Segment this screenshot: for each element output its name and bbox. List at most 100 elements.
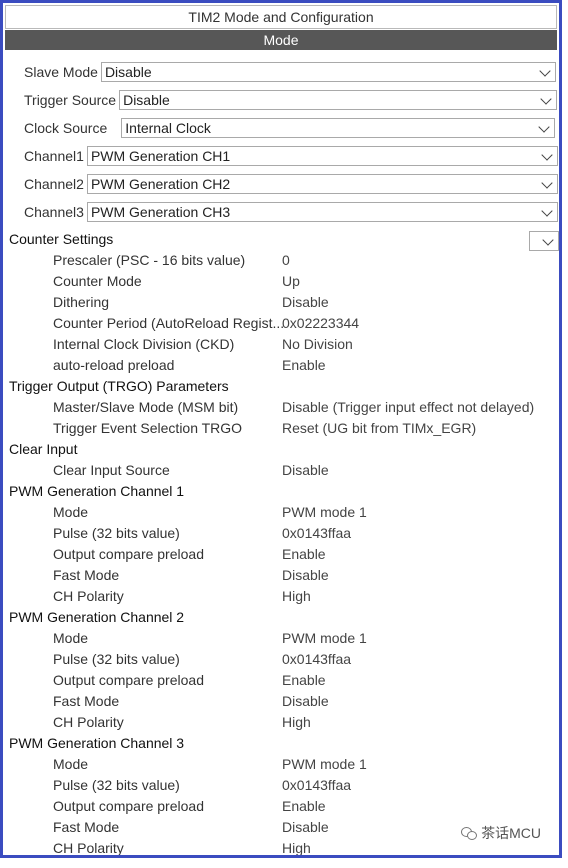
group-title: Clear Input	[9, 441, 78, 457]
param-value[interactable]: Reset (UG bit from TIMx_EGR)	[282, 418, 476, 439]
param-name: Dithering	[53, 294, 110, 310]
param-row[interactable]: CH Polarity High	[9, 712, 559, 733]
param-name: Fast Mode	[53, 819, 120, 835]
clock-source-select[interactable]: Internal Clock	[121, 118, 556, 138]
param-value[interactable]: Up	[282, 271, 300, 292]
param-value[interactable]: PWM mode 1	[282, 628, 367, 649]
param-name: Pulse (32 bits value)	[53, 777, 180, 793]
chevron-down-icon	[540, 93, 552, 105]
param-row[interactable]: Clear Input Source Disable	[9, 460, 559, 481]
param-name: Trigger Event Selection TRGO	[53, 420, 243, 436]
param-row[interactable]: Counter Mode Up	[9, 271, 559, 292]
param-name: Pulse (32 bits value)	[53, 651, 180, 667]
param-value[interactable]: Disable	[282, 691, 329, 712]
param-value[interactable]: Disable	[282, 565, 329, 586]
param-value[interactable]: Disable	[282, 292, 329, 313]
param-row[interactable]: Internal Clock Division (CKD) No Division	[9, 334, 559, 355]
slave-mode-value: Disable	[104, 64, 152, 80]
channel2-row: Channel2 PWM Generation CH2	[24, 173, 558, 195]
param-value[interactable]: 0x0143ffaa	[282, 649, 351, 670]
chevron-down-icon	[538, 121, 550, 133]
param-row[interactable]: Output compare preload Enable	[9, 796, 559, 817]
param-row[interactable]: Fast Mode Disable	[9, 565, 559, 586]
param-name: Mode	[53, 630, 89, 646]
group-title: PWM Generation Channel 3	[9, 735, 185, 751]
channel1-label: Channel1	[24, 148, 84, 164]
channel1-select[interactable]: PWM Generation CH1	[86, 146, 558, 166]
param-name: Pulse (32 bits value)	[53, 525, 180, 541]
group-pwm-channel-3[interactable]: PWM Generation Channel 3	[9, 733, 559, 754]
parameter-settings: Counter Settings Prescaler (PSC - 16 bit…	[9, 229, 559, 856]
param-row[interactable]: Prescaler (PSC - 16 bits value) 0	[9, 250, 559, 271]
group-counter-settings[interactable]: Counter Settings	[9, 229, 559, 251]
param-row[interactable]: auto-reload preload Enable	[9, 355, 559, 376]
param-row[interactable]: Mode PWM mode 1	[9, 754, 559, 775]
param-row[interactable]: Pulse (32 bits value) 0x0143ffaa	[9, 523, 559, 544]
param-row[interactable]: Counter Period (AutoReload Regist... 0x02…	[9, 313, 559, 334]
param-value[interactable]: Enable	[282, 670, 326, 691]
param-row[interactable]: Master/Slave Mode (MSM bit) Disable (Trig…	[9, 397, 559, 418]
slave-mode-row: Slave Mode Disable	[24, 61, 556, 83]
clock-source-value: Internal Clock	[125, 120, 211, 136]
channel2-select[interactable]: PWM Generation CH2	[86, 174, 558, 194]
config-panel: TIM2 Mode and Configuration Mode Slave M…	[0, 0, 562, 858]
param-name: Fast Mode	[53, 567, 120, 583]
param-value[interactable]: Disable (Trigger input effect not delaye…	[282, 397, 534, 418]
param-name: Output compare preload	[53, 672, 204, 688]
param-value[interactable]: Enable	[282, 796, 326, 817]
param-row[interactable]: CH Polarity High	[9, 586, 559, 607]
group-pwm-channel-2[interactable]: PWM Generation Channel 2	[9, 607, 559, 628]
channel3-select[interactable]: PWM Generation CH3	[86, 202, 558, 222]
param-value[interactable]: 0x0143ffaa	[282, 523, 351, 544]
param-name: Fast Mode	[53, 693, 120, 709]
param-name: Mode	[53, 756, 89, 772]
param-value[interactable]: PWM mode 1	[282, 754, 367, 775]
window-title: TIM2 Mode and Configuration	[5, 5, 557, 29]
param-name: Counter Period (AutoReload Regist...	[53, 315, 285, 331]
param-row[interactable]: Mode PWM mode 1	[9, 502, 559, 523]
group-dropdown[interactable]	[529, 231, 559, 251]
param-row[interactable]: Trigger Event Selection TRGO Reset (UG bi…	[9, 418, 559, 439]
param-value[interactable]: PWM mode 1	[282, 502, 367, 523]
chevron-down-icon	[541, 177, 553, 189]
param-value[interactable]: High	[282, 712, 311, 733]
param-value[interactable]: No Division	[282, 334, 353, 355]
param-name: CH Polarity	[53, 840, 124, 856]
chevron-down-icon	[542, 234, 554, 246]
param-value[interactable]: High	[282, 838, 311, 855]
param-value[interactable]: 0	[282, 250, 290, 271]
channel3-row: Channel3 PWM Generation CH3	[24, 201, 558, 223]
param-row[interactable]: Output compare preload Enable	[9, 670, 559, 691]
param-row[interactable]: Dithering Disable	[9, 292, 559, 313]
group-trgo-parameters[interactable]: Trigger Output (TRGO) Parameters	[9, 376, 559, 397]
watermark: 茶话MCU	[461, 823, 541, 843]
param-row[interactable]: Fast Mode Disable	[9, 691, 559, 712]
param-row[interactable]: Pulse (32 bits value) 0x0143ffaa	[9, 649, 559, 670]
param-name: Master/Slave Mode (MSM bit)	[53, 399, 239, 415]
param-value[interactable]: 0x0143ffaa	[282, 775, 351, 796]
param-value[interactable]: 0x02223344	[282, 313, 359, 334]
channel2-value: PWM Generation CH2	[90, 176, 231, 192]
group-title: PWM Generation Channel 1	[9, 483, 185, 499]
param-name: Internal Clock Division (CKD)	[53, 336, 235, 352]
group-pwm-channel-1[interactable]: PWM Generation Channel 1	[9, 481, 559, 502]
trigger-source-select[interactable]: Disable	[119, 90, 558, 110]
param-value[interactable]: Disable	[282, 817, 329, 838]
param-value[interactable]: Disable	[282, 460, 329, 481]
param-name: Mode	[53, 504, 89, 520]
group-clear-input[interactable]: Clear Input	[9, 439, 559, 460]
param-value[interactable]: High	[282, 586, 311, 607]
param-name: Clear Input Source	[53, 462, 170, 478]
param-value[interactable]: Enable	[282, 355, 326, 376]
param-row[interactable]: Output compare preload Enable	[9, 544, 559, 565]
channel2-label: Channel2	[24, 176, 84, 192]
param-value[interactable]: Enable	[282, 544, 326, 565]
group-title: Counter Settings	[9, 231, 114, 247]
param-row[interactable]: Mode PWM mode 1	[9, 628, 559, 649]
channel3-label: Channel3	[24, 204, 84, 220]
channel1-value: PWM Generation CH1	[90, 148, 231, 164]
param-row[interactable]: Pulse (32 bits value) 0x0143ffaa	[9, 775, 559, 796]
trigger-source-value: Disable	[123, 92, 170, 108]
param-name: Prescaler (PSC - 16 bits value)	[53, 252, 246, 268]
slave-mode-select[interactable]: Disable	[100, 62, 556, 82]
